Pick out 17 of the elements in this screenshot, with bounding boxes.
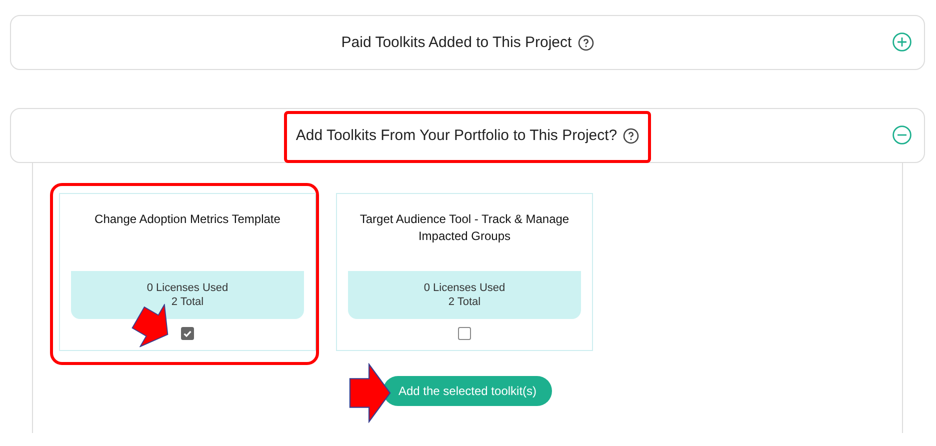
toolkit-name: Target Audience Tool - Track & Manage Impacted Groups (358, 211, 570, 245)
licenses-total: 2 Total (171, 296, 204, 308)
section-title: Add Toolkits From Your Portfolio to This Project? (296, 127, 618, 144)
checkbox[interactable] (181, 327, 194, 340)
accordion-header[interactable]: Add Toolkits From Your Portfolio to This Project? (10, 108, 925, 163)
collapse-icon[interactable] (892, 125, 912, 145)
licenses-used: 0 Licenses Used (424, 282, 506, 294)
toolkit-name: Change Adoption Metrics Template (94, 211, 282, 228)
licenses-total: 2 Total (448, 296, 481, 308)
accordion-header[interactable]: Paid Toolkits Added to This Project (10, 15, 925, 70)
expand-icon[interactable] (892, 32, 912, 52)
checkmark-icon (182, 328, 193, 339)
section-title: Paid Toolkits Added to This Project (341, 34, 572, 51)
help-icon[interactable] (623, 128, 640, 144)
checkbox[interactable] (458, 327, 471, 340)
licenses-used: 0 Licenses Used (146, 282, 228, 294)
help-icon[interactable] (578, 34, 594, 50)
